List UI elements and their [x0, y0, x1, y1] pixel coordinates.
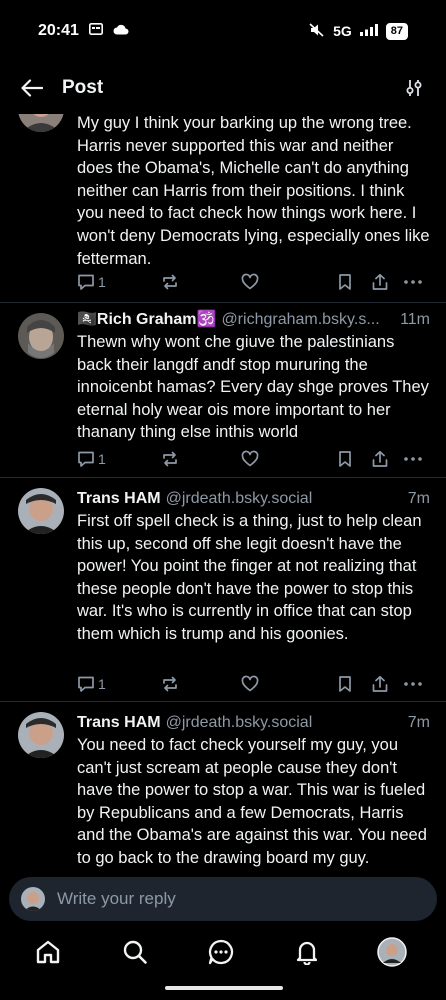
more-dots-icon	[404, 457, 422, 461]
post-text: You need to fact check yourself my guy, …	[77, 736, 427, 867]
mute-icon	[309, 22, 325, 40]
repost-button[interactable]	[161, 270, 179, 294]
thread-feed[interactable]: My guy I think your barking up the wrong…	[0, 114, 446, 876]
reply-button[interactable]: 1	[77, 672, 106, 696]
more-button[interactable]	[403, 270, 423, 294]
signal-icon	[359, 23, 378, 39]
post-time: 7m	[407, 490, 430, 507]
bookmark-button[interactable]	[337, 447, 353, 471]
comment-icon	[78, 451, 94, 467]
heart-icon	[241, 450, 259, 467]
repost-icon	[163, 451, 177, 467]
reply-button[interactable]: 1	[77, 447, 106, 471]
post-handle[interactable]: @jrdeath.bsky.social	[166, 712, 400, 734]
calendar-icon	[88, 22, 103, 40]
profile-avatar-icon	[377, 937, 407, 967]
share-icon	[372, 450, 388, 467]
search-icon	[123, 940, 147, 964]
bookmark-icon	[339, 274, 351, 290]
share-icon	[372, 273, 388, 290]
reply-count: 1	[98, 451, 106, 467]
post-text: My guy I think your barking up the wrong…	[77, 114, 430, 268]
repost-icon	[163, 274, 177, 290]
chat-bubble-icon	[208, 939, 234, 965]
post-text: Thewn why wont che giuve the palestinian…	[77, 333, 429, 442]
reply-count: 1	[98, 274, 106, 290]
reply-composer[interactable]: Write your reply	[9, 877, 437, 921]
share-button[interactable]	[371, 270, 389, 294]
more-button[interactable]	[403, 447, 423, 471]
post-time: 11m	[400, 311, 430, 328]
header: Post	[0, 62, 446, 114]
bell-icon	[296, 941, 318, 965]
comment-icon	[78, 676, 94, 692]
sliders-icon	[406, 80, 422, 96]
network-label: 5G	[333, 23, 352, 39]
nav-search[interactable]	[120, 937, 150, 967]
nav-home[interactable]	[33, 937, 63, 967]
like-button[interactable]	[241, 672, 259, 696]
cloud-icon	[113, 22, 129, 40]
repost-button[interactable]	[161, 447, 179, 471]
share-icon	[372, 675, 388, 692]
post-item[interactable]: Trans HAM @jrdeath.bsky.social 7m First …	[0, 478, 446, 702]
post-text: First off spell check is a thing, just t…	[77, 512, 422, 643]
post-actions: 1	[77, 672, 427, 696]
more-dots-icon	[404, 682, 422, 686]
heart-icon	[241, 273, 259, 290]
post-author[interactable]: Trans HAM	[77, 488, 161, 510]
status-bar: 20:41 5G 87	[0, 0, 446, 62]
avatar[interactable]	[18, 114, 64, 132]
avatar[interactable]	[18, 313, 64, 359]
avatar[interactable]	[18, 712, 64, 758]
repost-icon	[163, 676, 177, 692]
more-dots-icon	[404, 280, 422, 284]
bookmark-icon	[339, 451, 351, 467]
nav-notifications[interactable]	[292, 937, 322, 967]
status-time: 20:41	[38, 22, 79, 39]
page-title: Post	[62, 77, 104, 98]
heart-icon	[241, 675, 259, 692]
like-button[interactable]	[241, 270, 259, 294]
bookmark-button[interactable]	[337, 672, 353, 696]
back-button[interactable]	[20, 76, 44, 100]
home-icon	[36, 940, 60, 964]
bookmark-button[interactable]	[337, 270, 353, 294]
post-handle[interactable]: @richgraham.bsky.s...	[221, 309, 392, 331]
post-item[interactable]: My guy I think your barking up the wrong…	[0, 114, 446, 303]
reply-button[interactable]: 1	[77, 270, 106, 294]
reply-count: 1	[98, 676, 106, 692]
nav-profile[interactable]	[377, 937, 407, 967]
post-time: 7m	[407, 714, 430, 731]
nav-chat[interactable]	[206, 937, 236, 967]
post-item[interactable]: Trans HAM @jrdeath.bsky.social 7m You ne…	[0, 702, 446, 876]
arrow-left-icon	[21, 79, 43, 97]
comment-icon	[78, 274, 94, 290]
post-actions: 1	[77, 447, 427, 471]
post-handle[interactable]: @jrdeath.bsky.social	[166, 488, 400, 510]
post-author[interactable]: Trans HAM	[77, 712, 161, 734]
like-button[interactable]	[241, 447, 259, 471]
home-indicator[interactable]	[165, 986, 283, 990]
share-button[interactable]	[371, 447, 389, 471]
share-button[interactable]	[371, 672, 389, 696]
bookmark-icon	[339, 676, 351, 692]
post-actions: 1	[77, 270, 427, 294]
bottom-nav	[0, 925, 446, 980]
battery-indicator: 87	[385, 22, 408, 40]
avatar	[21, 887, 45, 911]
post-item[interactable]: 🏴‍☠️Rich Graham🕉️ @richgraham.bsky.s... …	[0, 303, 446, 478]
more-button[interactable]	[403, 672, 423, 696]
avatar[interactable]	[18, 488, 64, 534]
post-author[interactable]: 🏴‍☠️Rich Graham🕉️	[77, 309, 216, 331]
thread-settings-button[interactable]	[402, 76, 426, 100]
reply-input[interactable]: Write your reply	[57, 889, 176, 909]
repost-button[interactable]	[161, 672, 179, 696]
